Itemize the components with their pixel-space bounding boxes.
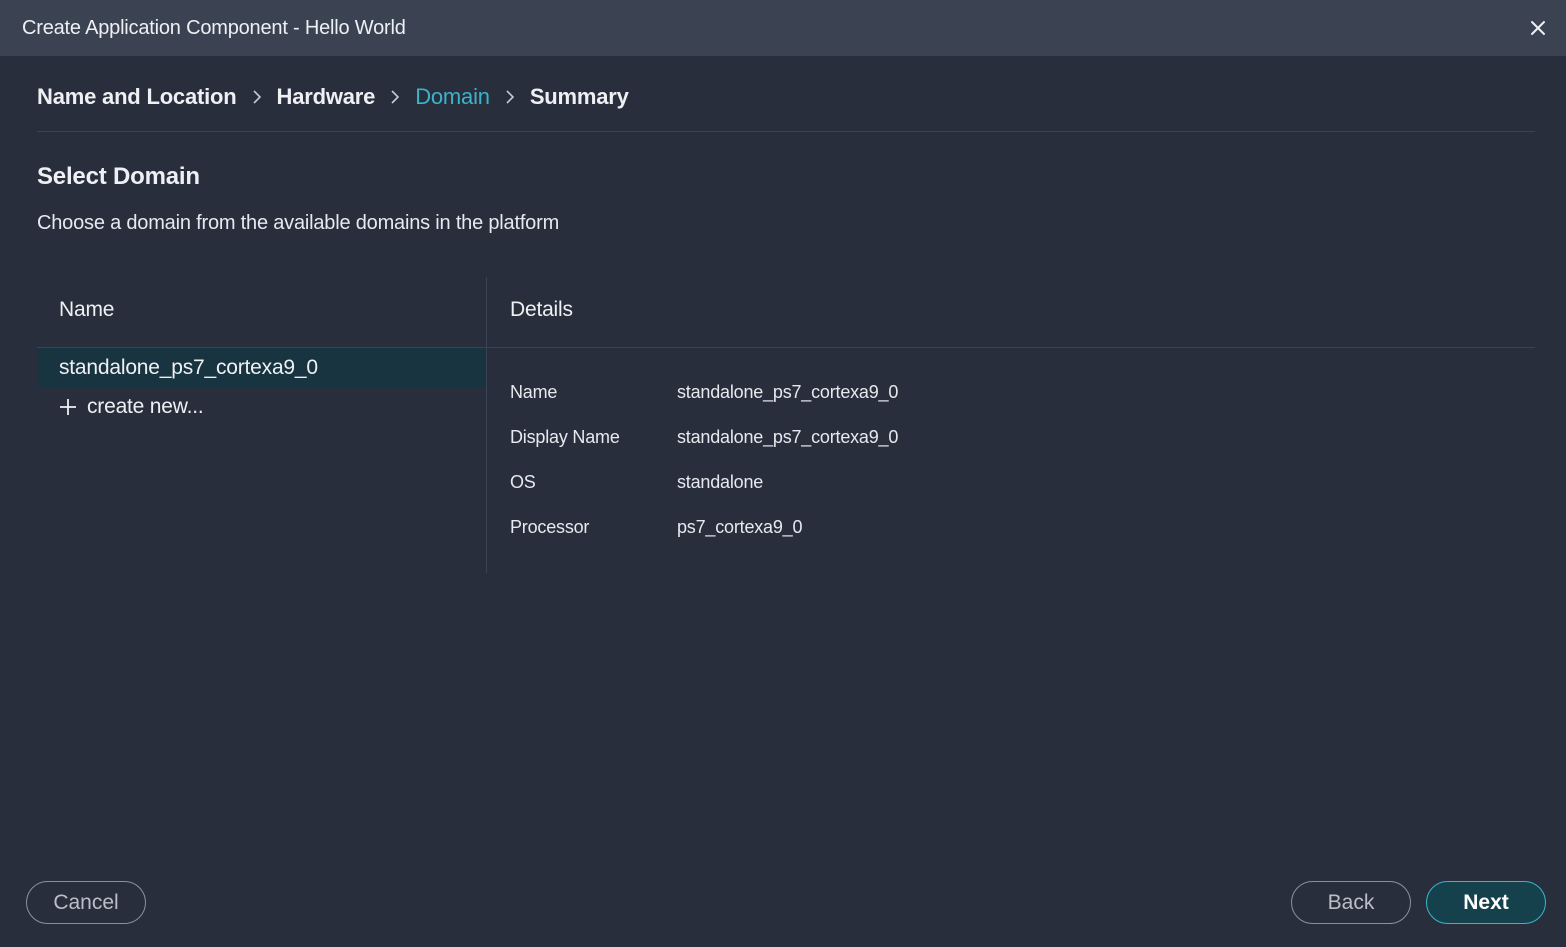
create-application-component-dialog: Create Application Component - Hello Wor… bbox=[0, 0, 1566, 947]
domain-list-item[interactable]: standalone_ps7_cortexa9_0 bbox=[37, 348, 486, 387]
breadcrumb-item-summary[interactable]: Summary bbox=[530, 84, 629, 110]
plus-icon bbox=[60, 398, 76, 415]
detail-row-name: Name standalone_ps7_cortexa9_0 bbox=[510, 377, 898, 407]
column-divider bbox=[486, 277, 487, 573]
detail-value: standalone_ps7_cortexa9_0 bbox=[677, 381, 899, 402]
detail-row-processor: Processor ps7_cortexa9_0 bbox=[510, 512, 802, 542]
details-column-header: Details bbox=[510, 298, 573, 321]
detail-value: standalone bbox=[677, 471, 764, 492]
cancel-button[interactable]: Cancel bbox=[26, 881, 146, 924]
detail-label: OS bbox=[510, 471, 536, 492]
breadcrumb-item-domain[interactable]: Domain bbox=[415, 84, 490, 110]
chevron-right-icon bbox=[490, 89, 530, 105]
detail-label: Name bbox=[510, 381, 558, 402]
breadcrumb: Name and Location Hardware Domain Summar… bbox=[37, 80, 629, 114]
close-icon bbox=[1531, 21, 1545, 35]
section-description: Choose a domain from the available domai… bbox=[37, 212, 560, 234]
create-new-label: create new... bbox=[87, 394, 204, 418]
detail-label: Processor bbox=[510, 516, 590, 537]
detail-row-display-name: Display Name standalone_ps7_cortexa9_0 bbox=[510, 422, 898, 452]
create-new-domain-button[interactable]: create new... bbox=[37, 387, 486, 426]
detail-label: Display Name bbox=[510, 426, 620, 447]
detail-value: ps7_cortexa9_0 bbox=[677, 516, 803, 537]
chevron-right-icon bbox=[237, 89, 277, 105]
breadcrumb-item-name-and-location[interactable]: Name and Location bbox=[37, 84, 237, 110]
detail-row-os: OS standalone bbox=[510, 467, 763, 497]
next-button[interactable]: Next bbox=[1426, 881, 1546, 924]
back-button[interactable]: Back bbox=[1291, 881, 1411, 924]
chevron-right-icon bbox=[375, 89, 415, 105]
close-button[interactable] bbox=[1524, 14, 1552, 42]
detail-value: standalone_ps7_cortexa9_0 bbox=[677, 426, 899, 447]
section-title: Select Domain bbox=[37, 163, 200, 190]
title-bar: Create Application Component - Hello Wor… bbox=[0, 0, 1566, 56]
domain-table: Name Details standalone_ps7_cortexa9_0 c… bbox=[37, 277, 1535, 573]
breadcrumb-item-hardware[interactable]: Hardware bbox=[277, 84, 376, 110]
name-column-header: Name bbox=[59, 298, 115, 321]
breadcrumb-divider bbox=[37, 131, 1535, 132]
window-title: Create Application Component - Hello Wor… bbox=[22, 16, 406, 39]
domain-name: standalone_ps7_cortexa9_0 bbox=[59, 355, 318, 379]
